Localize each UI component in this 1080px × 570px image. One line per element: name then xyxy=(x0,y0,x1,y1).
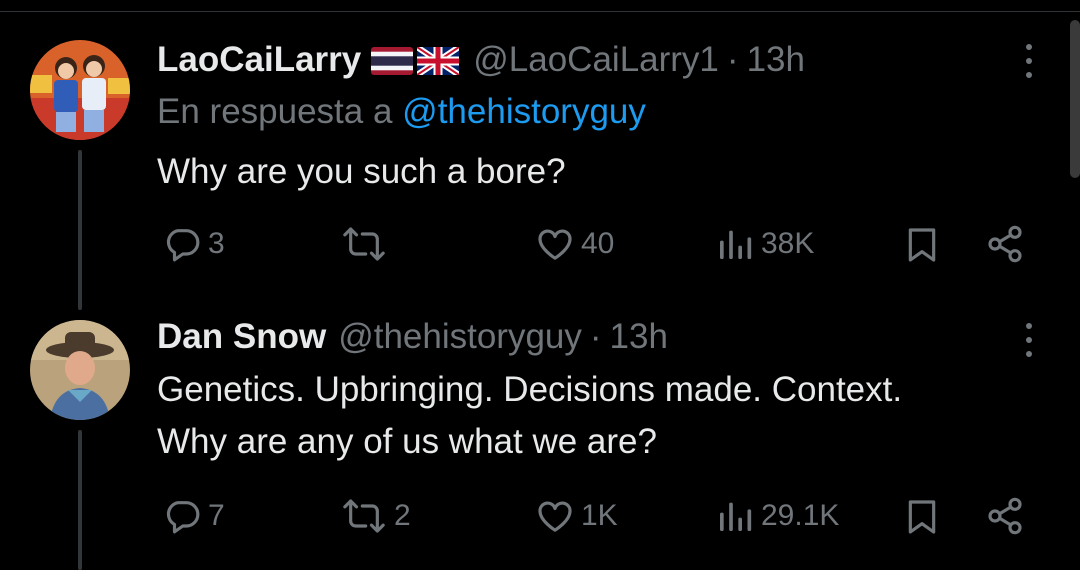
tweet-text: Genetics. Upbringing. Decisions made. Co… xyxy=(157,364,902,468)
reply-button[interactable]: 3 xyxy=(162,224,225,264)
reply-count: 7 xyxy=(208,499,225,532)
views-icon xyxy=(720,230,752,259)
reply-prefix: En respuesta a xyxy=(157,92,393,131)
tweet-text: Why are you such a bore? xyxy=(157,146,566,198)
views-button[interactable]: 29.1K xyxy=(715,496,839,536)
bookmark-icon xyxy=(908,228,936,262)
reply-context: En respuesta a @thehistoryguy xyxy=(157,92,646,132)
like-count: 1K xyxy=(581,499,618,532)
bookmark-button[interactable] xyxy=(902,224,942,266)
display-name[interactable]: LaoCaiLarry xyxy=(157,40,361,80)
avatar[interactable] xyxy=(30,40,130,140)
scrollbar[interactable] xyxy=(1070,20,1080,178)
bookmark-icon xyxy=(908,500,936,534)
username[interactable]: @thehistoryguy xyxy=(338,317,582,357)
flag-thailand-icon xyxy=(371,47,414,75)
views-count: 38K xyxy=(761,227,815,260)
more-options-icon[interactable] xyxy=(1024,323,1034,357)
reply-icon xyxy=(166,229,200,262)
retweet-button[interactable]: 2 xyxy=(340,496,411,536)
views-count: 29.1K xyxy=(761,499,840,532)
thread-line xyxy=(78,430,82,570)
tweet-text-line: Why are any of us what we are? xyxy=(157,422,657,461)
reply-button[interactable]: 7 xyxy=(162,496,225,536)
like-button[interactable]: 40 xyxy=(535,224,614,264)
timestamp[interactable]: 13h xyxy=(610,317,668,357)
timestamp[interactable]: 13h xyxy=(747,40,805,80)
flags xyxy=(371,47,460,75)
separator-dot: · xyxy=(589,317,602,356)
tweet-header: LaoCaiLarry @LaoCaiLarry1 · 13h xyxy=(157,40,805,80)
retweet-icon xyxy=(343,499,385,533)
tweet-text-line: Why are you such a bore? xyxy=(157,152,566,191)
retweet-button[interactable] xyxy=(340,224,394,264)
more-options-icon[interactable] xyxy=(1024,44,1034,78)
retweet-icon xyxy=(343,227,385,261)
display-name[interactable]: Dan Snow xyxy=(157,317,326,357)
share-icon xyxy=(988,225,1022,263)
thread-line xyxy=(78,150,82,310)
reply-count: 3 xyxy=(208,227,225,260)
bookmark-button[interactable] xyxy=(902,496,942,538)
reply-icon xyxy=(166,501,200,534)
share-button[interactable] xyxy=(985,224,1025,264)
heart-icon xyxy=(538,229,572,260)
retweet-count: 2 xyxy=(394,499,411,532)
flag-uk-icon xyxy=(417,47,460,75)
heart-icon xyxy=(538,501,572,532)
like-button[interactable]: 1K xyxy=(535,496,618,536)
separator-dot: · xyxy=(726,40,739,79)
share-button[interactable] xyxy=(985,496,1025,536)
reply-mention-link[interactable]: @thehistoryguy xyxy=(402,92,646,131)
views-icon xyxy=(720,502,752,531)
tweet-text-line: Genetics. Upbringing. Decisions made. Co… xyxy=(157,370,903,409)
tweet-header: Dan Snow @thehistoryguy · 13h xyxy=(157,317,668,357)
top-divider xyxy=(0,11,1080,12)
like-count: 40 xyxy=(581,227,615,260)
share-icon xyxy=(988,497,1022,535)
username[interactable]: @LaoCaiLarry1 xyxy=(473,40,719,80)
views-button[interactable]: 38K xyxy=(715,224,814,264)
avatar[interactable] xyxy=(30,320,130,420)
